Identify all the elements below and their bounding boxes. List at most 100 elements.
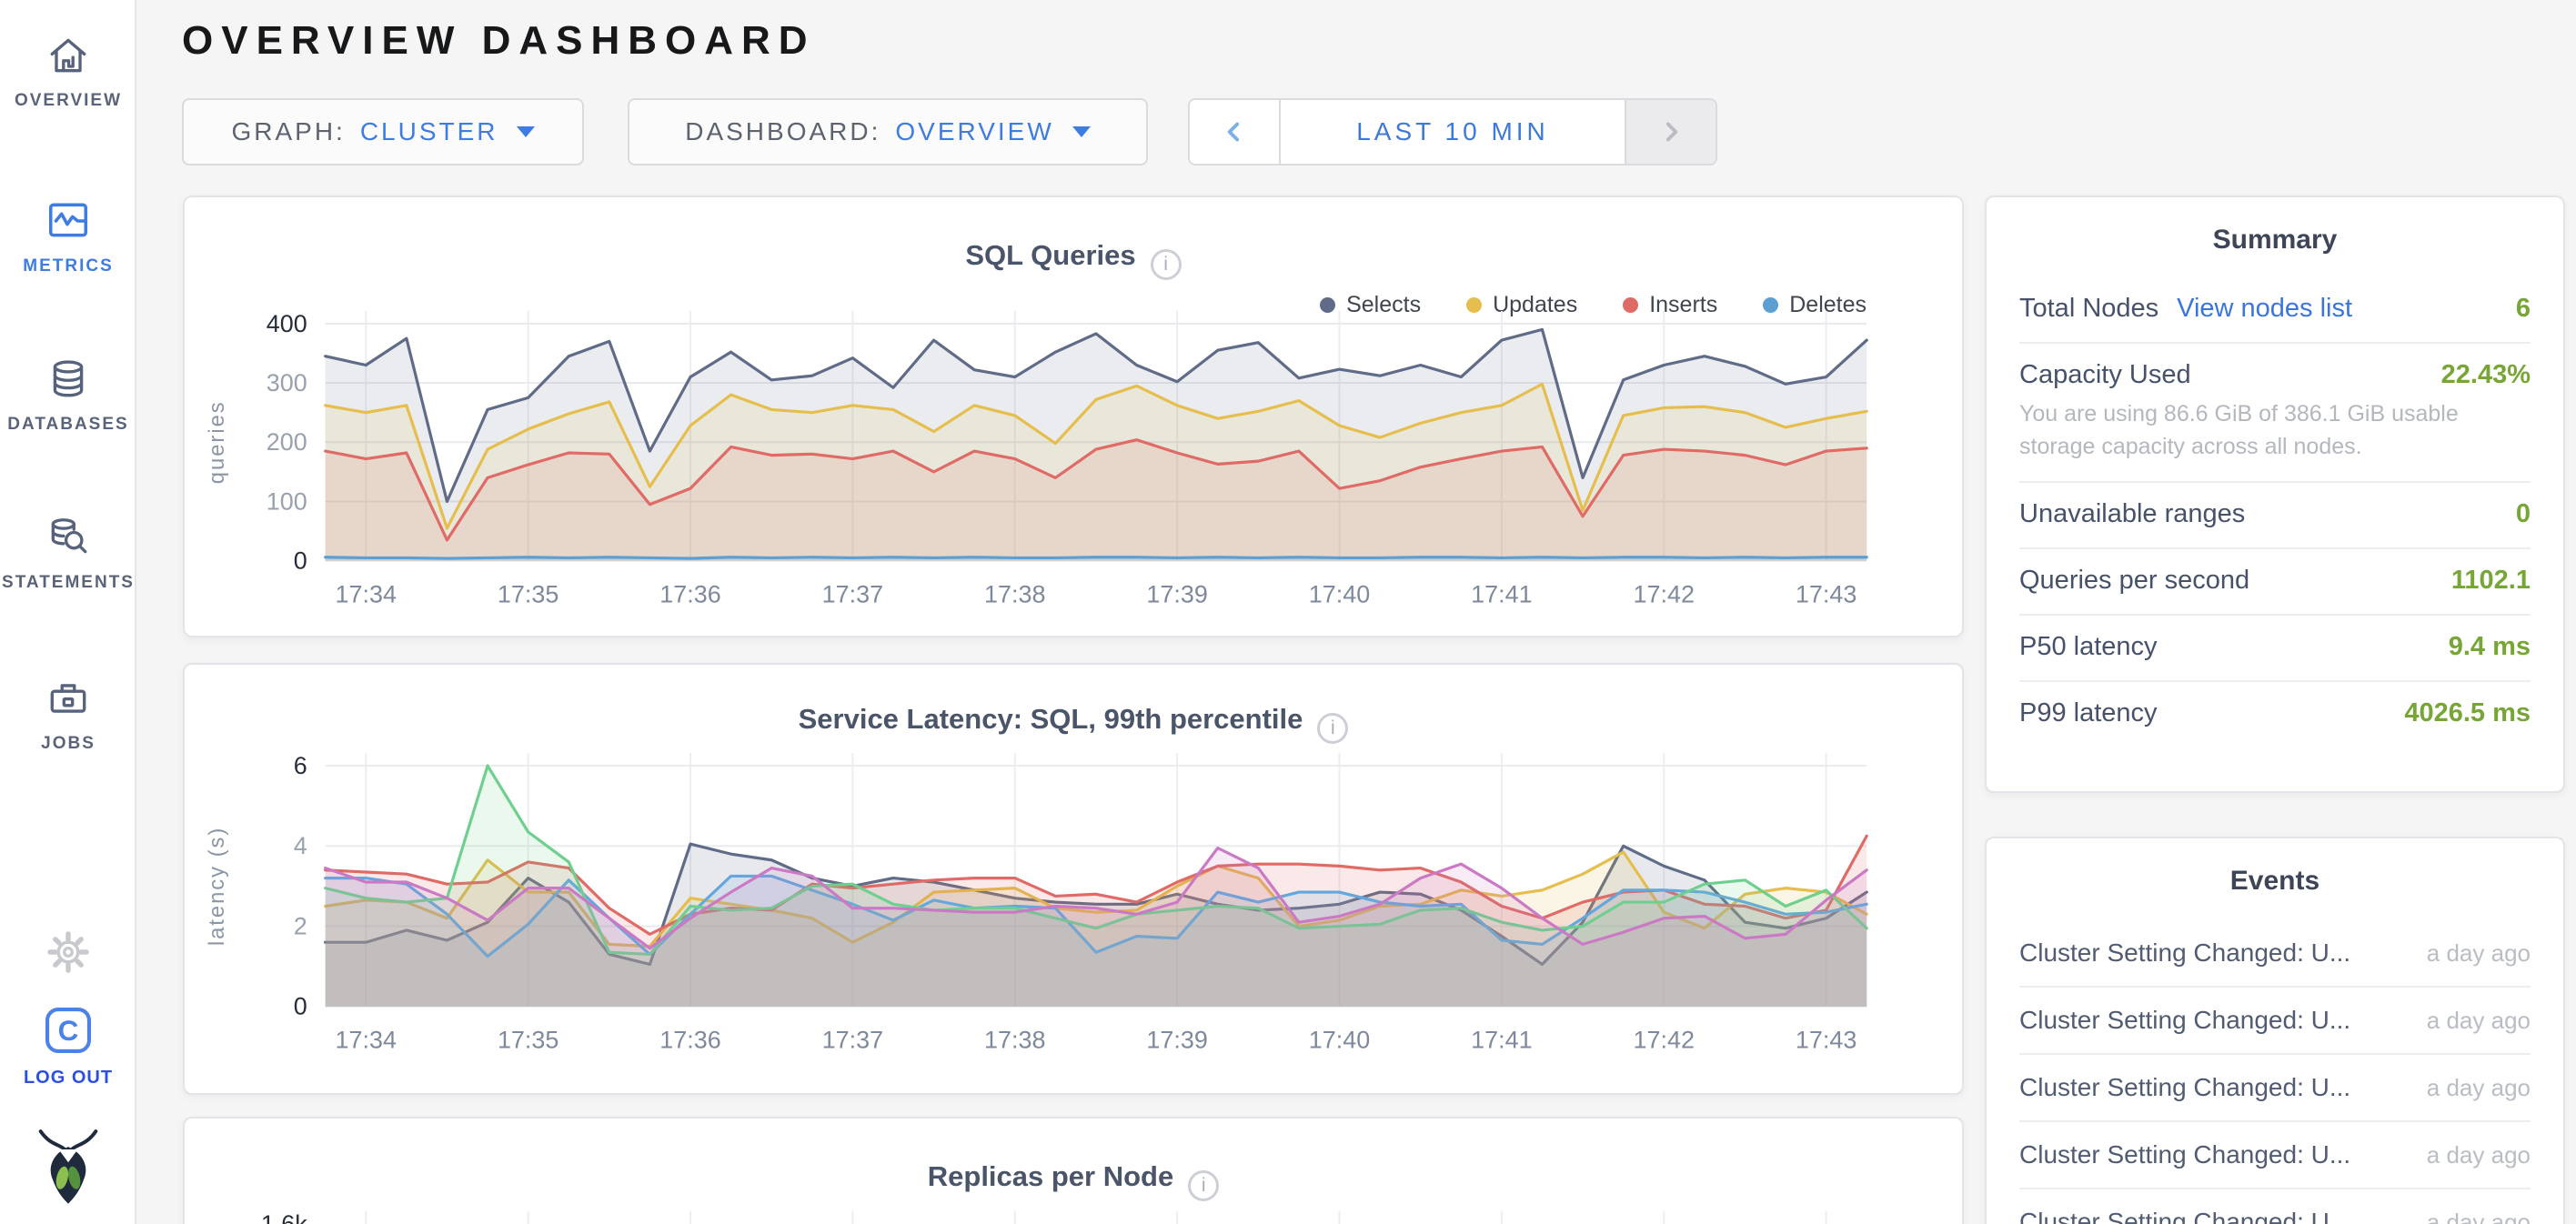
app-root: OVERVIEW METRICS DATABASES — [0, 0, 2576, 1224]
svg-text:17:41: 17:41 — [1471, 580, 1532, 607]
summary-label: Total Nodes — [2019, 294, 2158, 324]
event-text: Cluster Setting Changed: U... — [2019, 1006, 2350, 1035]
sidebar: OVERVIEW METRICS DATABASES — [0, 0, 136, 1224]
svg-text:17:34: 17:34 — [336, 580, 397, 607]
event-time: a day ago — [2427, 1141, 2531, 1169]
chevron-down-icon — [1072, 126, 1091, 137]
replicas-per-node-chart[interactable]: 1.6k — [185, 1119, 1962, 1224]
sidebar-item-label: JOBS — [41, 734, 96, 754]
svg-text:0: 0 — [294, 993, 307, 1020]
summary-value: 9.4 ms — [2449, 632, 2531, 662]
svg-text:C: C — [58, 1015, 79, 1047]
svg-text:0: 0 — [294, 547, 307, 575]
sidebar-item-label: METRICS — [23, 256, 114, 276]
briefcase-icon — [45, 676, 91, 721]
dashboard-selector-dropdown[interactable]: DASHBOARD: OVERVIEW — [628, 98, 1148, 166]
svg-text:17:37: 17:37 — [822, 1026, 883, 1053]
svg-text:17:42: 17:42 — [1634, 580, 1695, 607]
settings-gear-button[interactable] — [0, 928, 136, 976]
console-c-icon: C — [42, 1004, 95, 1057]
svg-text:6: 6 — [294, 752, 307, 779]
summary-row-capacity: Capacity Used 22.43% You are using 86.6 … — [2019, 344, 2531, 483]
summary-row-p50: P50 latency 9.4 ms — [2019, 616, 2531, 682]
charts-column: SQL Queriesi Selects Updates Inserts Del… — [183, 196, 1964, 1224]
sidebar-item-databases[interactable]: DATABASES — [0, 356, 136, 435]
sql-queries-chart[interactable]: 17:3417:3517:3617:3717:3817:3917:4017:41… — [185, 197, 1962, 636]
svg-text:17:43: 17:43 — [1796, 1026, 1857, 1053]
time-range-value[interactable]: LAST 10 MIN — [1281, 100, 1625, 164]
sidebar-item-overview[interactable]: OVERVIEW — [0, 33, 136, 111]
dashboard-selector-value: OVERVIEW — [895, 117, 1053, 146]
replicas-per-node-panel: Replicas per Nodei 1.6k — [183, 1117, 1964, 1224]
summary-row-qps: Queries per second 1102.1 — [2019, 549, 2531, 616]
cockroachdb-logo[interactable] — [0, 1126, 136, 1206]
svg-text:17:39: 17:39 — [1146, 580, 1207, 607]
svg-text:1.6k: 1.6k — [261, 1210, 308, 1224]
service-latency-chart[interactable]: 17:3417:3517:3617:3717:3817:3917:4017:41… — [185, 665, 1962, 1093]
summary-value: 1102.1 — [2451, 566, 2531, 596]
metrics-icon — [45, 198, 91, 244]
event-text: Cluster Setting Changed: U... — [2019, 938, 2350, 968]
svg-text:queries: queries — [205, 400, 229, 484]
home-icon — [45, 33, 91, 78]
svg-text:17:36: 17:36 — [659, 580, 720, 607]
time-next-button[interactable] — [1625, 100, 1716, 164]
summary-row-p99: P99 latency 4026.5 ms — [2019, 682, 2531, 747]
summary-label: P99 latency — [2019, 698, 2158, 728]
summary-label: P50 latency — [2019, 632, 2158, 662]
sidebar-item-label: DATABASES — [7, 415, 128, 435]
summary-value: 4026.5 ms — [2404, 698, 2531, 728]
svg-text:2: 2 — [294, 913, 307, 940]
event-time: a day ago — [2427, 1074, 2531, 1102]
page-title: OVERVIEW DASHBOARD — [182, 18, 816, 64]
summary-label: Unavailable ranges — [2019, 499, 2245, 529]
summary-value: 0 — [2516, 499, 2531, 529]
events-title: Events — [1987, 838, 2563, 897]
svg-text:200: 200 — [267, 428, 307, 456]
summary-panel: Summary Total Nodes View nodes list 6 Ca… — [1985, 196, 2565, 793]
svg-text:17:35: 17:35 — [498, 580, 558, 607]
svg-text:100: 100 — [267, 487, 307, 515]
graph-selector-dropdown[interactable]: GRAPH: CLUSTER — [182, 98, 584, 166]
svg-text:300: 300 — [267, 369, 307, 396]
event-text: Cluster Setting Changed: U... — [2019, 1208, 2350, 1224]
event-time: a day ago — [2427, 1007, 2531, 1035]
events-list: Cluster Setting Changed: U... a day ago … — [2019, 920, 2531, 1224]
svg-text:17:38: 17:38 — [984, 1026, 1045, 1053]
event-row: Cluster Setting Changed: U... a day ago — [2019, 988, 2531, 1055]
event-row: Cluster Setting Changed: U... a day ago — [2019, 1122, 2531, 1189]
sidebar-item-label: OVERVIEW — [15, 91, 122, 111]
svg-text:17:40: 17:40 — [1309, 1026, 1370, 1053]
svg-text:17:43: 17:43 — [1796, 580, 1857, 607]
summary-value: 22.43% — [2441, 360, 2531, 390]
statements-icon — [45, 515, 91, 560]
event-row: Cluster Setting Changed: U... a day ago — [2019, 1055, 2531, 1122]
summary-row-unavailable-ranges: Unavailable ranges 0 — [2019, 483, 2531, 549]
svg-text:17:40: 17:40 — [1309, 580, 1370, 607]
roach-icon — [35, 1126, 101, 1206]
logout-button[interactable]: C LOG OUT — [0, 1004, 136, 1089]
database-icon — [45, 356, 91, 402]
event-text: Cluster Setting Changed: U... — [2019, 1073, 2350, 1102]
svg-text:17:36: 17:36 — [659, 1026, 720, 1053]
graph-selector-value: CLUSTER — [360, 117, 498, 146]
sidebar-item-metrics[interactable]: METRICS — [0, 198, 136, 276]
time-range-selector: LAST 10 MIN — [1188, 98, 1717, 166]
event-time: a day ago — [2427, 1209, 2531, 1224]
summary-row-total-nodes: Total Nodes View nodes list 6 — [2019, 277, 2531, 344]
event-time: a day ago — [2427, 939, 2531, 968]
events-panel: Events Cluster Setting Changed: U... a d… — [1985, 837, 2565, 1224]
gear-icon — [45, 928, 92, 976]
chevron-left-icon — [1219, 116, 1250, 147]
graph-selector-label: GRAPH: — [231, 117, 345, 146]
event-text: Cluster Setting Changed: U... — [2019, 1140, 2350, 1169]
view-nodes-link[interactable]: View nodes list — [2177, 294, 2352, 324]
sidebar-item-statements[interactable]: STATEMENTS — [0, 515, 136, 593]
time-prev-button[interactable] — [1190, 100, 1281, 164]
summary-value: 6 — [2516, 294, 2531, 324]
summary-title: Summary — [1987, 197, 2563, 256]
svg-text:400: 400 — [267, 310, 307, 337]
dashboard-selector-label: DASHBOARD: — [685, 117, 880, 146]
sidebar-item-jobs[interactable]: JOBS — [0, 676, 136, 754]
svg-text:17:42: 17:42 — [1634, 1026, 1695, 1053]
